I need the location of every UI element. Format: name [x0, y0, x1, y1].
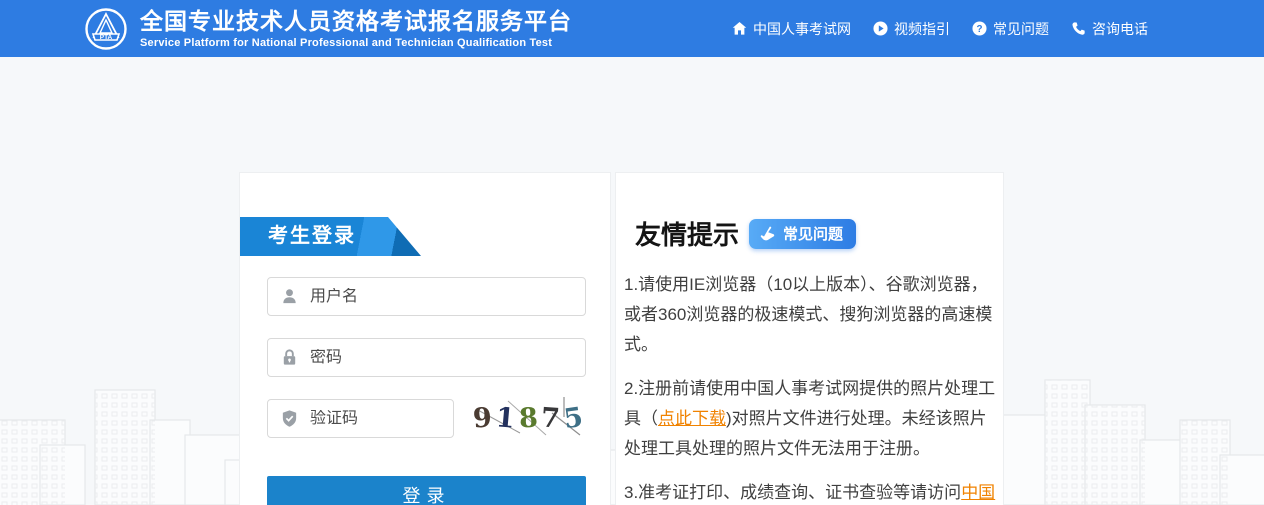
- pointing-hand-icon: [759, 225, 776, 242]
- captcha-field-wrapper: [267, 399, 454, 438]
- login-panel-title-ribbon: 考生登录: [240, 217, 421, 256]
- nav-item-question[interactable]: ? 常见问题: [972, 19, 1049, 39]
- tips-list: 1.请使用IE浏览器（10以上版本）、谷歌浏览器，或者360浏览器的极速模式、搜…: [623, 270, 991, 505]
- nav-item-label: 视频指引: [894, 19, 950, 39]
- captcha-digit: 8: [518, 403, 538, 435]
- nav-item-phone[interactable]: 咨询电话: [1071, 19, 1148, 39]
- tip-item: 1.请使用IE浏览器（10以上版本）、谷歌浏览器，或者360浏览器的极速模式、搜…: [624, 270, 998, 360]
- captcha-image[interactable]: 91875: [468, 395, 588, 442]
- play-icon: [873, 21, 888, 36]
- tip-text: 3.准考证打印、成绩查询、证书查验等请访问: [624, 483, 961, 502]
- site-title: 全国专业技术人员资格考试报名服务平台: [140, 8, 572, 34]
- nav-item-play[interactable]: 视频指引: [873, 19, 950, 39]
- svg-text:PTA: PTA: [100, 34, 113, 41]
- home-icon: [732, 21, 747, 36]
- login-panel: 考生登录: [239, 172, 611, 505]
- site-title-block: 全国专业技术人员资格考试报名服务平台 Service Platform for …: [140, 8, 572, 49]
- tip-text: 1.请使用IE浏览器（10以上版本）、谷歌浏览器，或者360浏览器的极速模式、搜…: [624, 275, 992, 354]
- nav-item-label: 咨询电话: [1092, 19, 1148, 39]
- header: PTA 全国专业技术人员资格考试报名服务平台 Service Platform …: [0, 0, 1264, 57]
- password-field-wrapper: [267, 338, 586, 377]
- shield-check-icon: [280, 409, 299, 428]
- user-icon: [280, 287, 299, 306]
- tips-title: 友情提示: [635, 215, 739, 252]
- login-button[interactable]: 登录: [267, 476, 586, 505]
- username-input[interactable]: [310, 288, 573, 306]
- svg-text:?: ?: [976, 24, 982, 35]
- captcha-input[interactable]: [310, 410, 441, 428]
- header-nav: 中国人事考试网 视频指引? 常见问题 咨询电话: [732, 19, 1148, 39]
- pta-logo-icon: PTA: [84, 7, 128, 51]
- nav-item-home[interactable]: 中国人事考试网: [732, 19, 851, 39]
- nav-item-label: 中国人事考试网: [753, 19, 851, 39]
- tips-header: 友情提示 常见问题: [635, 215, 991, 252]
- tips-panel: 友情提示 常见问题 1.请使用IE浏览器（10以上版本）、谷歌浏览器，或者360…: [615, 172, 1004, 505]
- question-icon: ?: [972, 21, 987, 36]
- captcha-digit: 5: [562, 402, 585, 435]
- lock-icon: [280, 348, 299, 367]
- captcha-digit: 1: [494, 402, 515, 435]
- username-field-wrapper: [267, 277, 586, 316]
- tip-link[interactable]: 点此下载: [658, 409, 726, 428]
- captcha-digit: 7: [540, 402, 561, 434]
- captcha-digit: 9: [472, 402, 493, 434]
- phone-icon: [1071, 21, 1086, 36]
- faq-badge-button[interactable]: 常见问题: [749, 219, 856, 249]
- nav-item-label: 常见问题: [993, 19, 1049, 39]
- tip-item: 3.准考证打印、成绩查询、证书查验等请访问中国人事考试网。: [624, 478, 998, 505]
- site-subtitle: Service Platform for National Profession…: [140, 37, 572, 49]
- faq-badge-label: 常见问题: [783, 223, 843, 244]
- tip-item: 2.注册前请使用中国人事考试网提供的照片处理工具（点此下载)对照片文件进行处理。…: [624, 374, 998, 464]
- password-input[interactable]: [310, 349, 573, 367]
